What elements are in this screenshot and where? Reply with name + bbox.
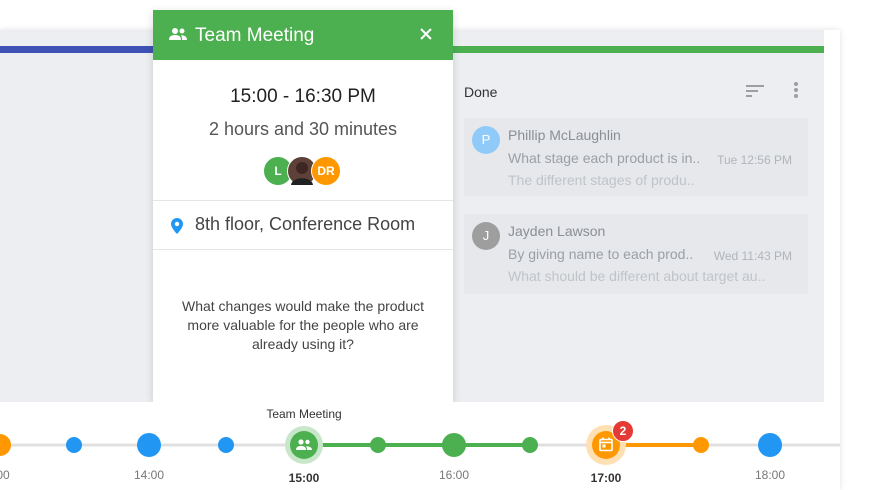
card-message: By giving name to each prod.. xyxy=(508,246,694,262)
timeline-node[interactable] xyxy=(370,437,386,453)
card-author: Jayden Lawson xyxy=(508,223,606,239)
timeline-node[interactable] xyxy=(693,437,709,453)
timeline-label: 16:00 xyxy=(438,468,470,482)
timeline-label: 00 xyxy=(0,468,10,482)
board-edge xyxy=(824,30,840,402)
event-popup: Team Meeting 15:00 - 16:30 PM 2 hours an… xyxy=(153,10,453,402)
attendee-avatar[interactable]: DR xyxy=(311,156,341,186)
card-2[interactable]: J Jayden Lawson By giving name to each p… xyxy=(464,214,808,294)
event-description: What changes would make the product more… xyxy=(181,298,425,352)
attendee-avatars: L DR xyxy=(263,156,343,186)
card-author: Phillip McLaughlin xyxy=(508,127,621,143)
popup-title: Team Meeting xyxy=(195,25,315,46)
card-subtext: The different stages of produ.. xyxy=(508,172,695,188)
green-column-bar xyxy=(453,46,824,53)
more-vert-icon[interactable] xyxy=(788,80,804,102)
timeline-node[interactable] xyxy=(0,434,11,456)
card-message: What stage each product is in.. xyxy=(508,150,701,166)
divider xyxy=(153,249,453,250)
timeline-node[interactable] xyxy=(66,437,82,453)
timeline-label: 14:00 xyxy=(133,468,165,482)
avatar: J xyxy=(472,222,500,250)
timeline-label-active: 15:00 xyxy=(288,471,320,485)
event-time-range: 15:00 - 16:30 PM xyxy=(230,86,376,107)
timeline-node[interactable] xyxy=(137,433,161,457)
blue-column-bar xyxy=(0,46,153,53)
timeline-track xyxy=(0,425,840,465)
location-pin-icon xyxy=(171,218,183,234)
timeline-node[interactable] xyxy=(522,437,538,453)
timeline-label-active: 17:00 xyxy=(590,471,622,485)
group-icon xyxy=(169,28,187,40)
popup-header: Team Meeting xyxy=(153,10,453,60)
column-header: Done xyxy=(464,84,498,100)
timeline: Team Meeting 0 14:00 15:00 16:00 17:00 1… xyxy=(0,402,840,490)
card-1[interactable]: P Phillip McLaughlin What stage each pro… xyxy=(464,118,808,196)
timeline-node-active[interactable] xyxy=(290,431,318,459)
timeline-node[interactable] xyxy=(758,433,782,457)
timeline-node[interactable] xyxy=(442,433,466,457)
card-time: Tue 12:56 PM xyxy=(717,153,792,167)
avatar: P xyxy=(472,126,500,154)
card-time: Wed 11:43 PM xyxy=(713,249,792,263)
event-duration: 2 hours and 30 minutes xyxy=(208,119,398,139)
card-subtext: What should be different about target au… xyxy=(508,268,766,284)
timeline-label: 18:00 xyxy=(754,468,786,482)
divider xyxy=(153,200,453,201)
sort-icon[interactable] xyxy=(744,82,766,100)
timeline-node[interactable] xyxy=(218,437,234,453)
event-location: 8th floor, Conference Room xyxy=(195,214,416,234)
notification-badge: 2 xyxy=(612,420,634,442)
close-icon[interactable] xyxy=(419,27,433,41)
